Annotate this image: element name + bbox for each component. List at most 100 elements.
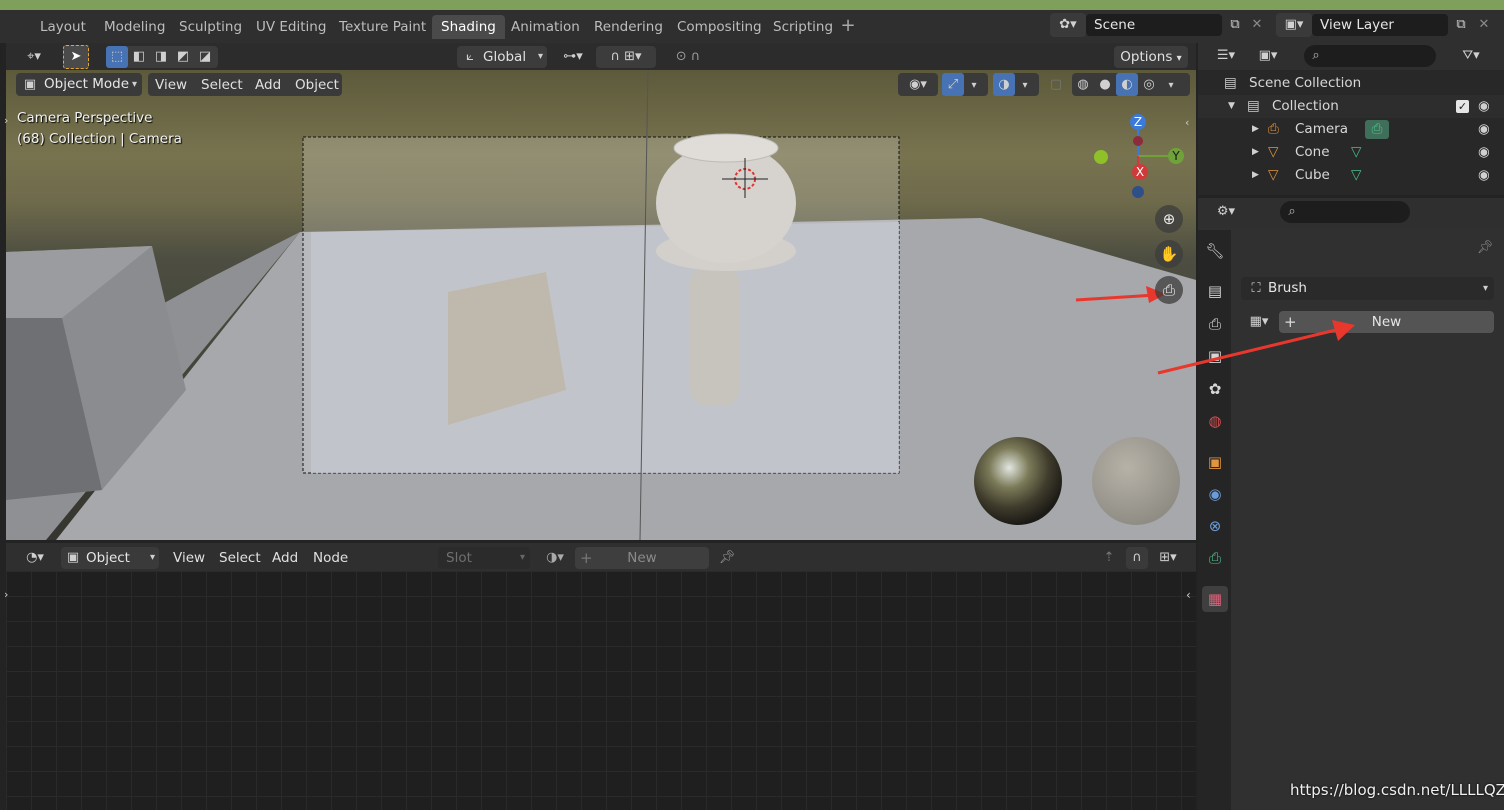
properties-pin-icon[interactable]: 📌︎ — [1474, 237, 1496, 259]
tab-compositing[interactable]: Compositing — [668, 15, 771, 39]
properties-editor-type-icon[interactable]: ⚙▾ — [1208, 201, 1244, 223]
tool-tab-icon[interactable]: 🔧︎ — [1202, 238, 1228, 264]
view-layer-name-field[interactable]: View Layer — [1312, 14, 1448, 36]
expand-triangle-icon[interactable]: ▶ — [1252, 164, 1259, 187]
node-menu-node[interactable]: Node — [308, 547, 353, 569]
tab-uv-editing[interactable]: UV Editing — [247, 15, 335, 39]
transform-orientation-dropdown[interactable]: ⟀ Global ▾ — [457, 46, 547, 68]
eye-icon[interactable]: ◉ — [1478, 141, 1490, 164]
object-mode-dropdown[interactable]: ▣ Object Mode ▾ — [16, 73, 142, 96]
node-menu-add[interactable]: Add — [267, 547, 303, 569]
select-intersect-icon[interactable]: ◪ — [194, 46, 216, 68]
close-scene-icon[interactable]: ✕ — [1247, 14, 1267, 36]
texture-tab-icon[interactable]: ▦ — [1202, 586, 1228, 612]
expand-triangle-icon[interactable]: ▼ — [1228, 95, 1235, 118]
overlays-toggle[interactable]: ◑ ▾ — [993, 73, 1039, 96]
eye-icon[interactable]: ◉ — [1478, 164, 1490, 187]
eye-icon[interactable]: ◉ — [1478, 118, 1490, 141]
object-tab-icon[interactable]: ▣ — [1202, 449, 1228, 475]
menu-view[interactable]: View — [150, 74, 192, 96]
world-tab-icon[interactable]: ◍ — [1202, 408, 1228, 434]
tab-rendering[interactable]: Rendering — [585, 15, 672, 39]
snap-toggle[interactable]: ∩ ⊞▾ — [596, 46, 656, 68]
shading-mode-group[interactable]: ◍ ● ◐ ◎ ▾ — [1072, 73, 1190, 96]
gizmo-toggle[interactable]: ⤢ ▾ — [942, 73, 988, 96]
select-subtract-icon[interactable]: ◨ — [150, 46, 172, 68]
physics-tab-icon[interactable]: ◉ — [1202, 481, 1228, 507]
3d-viewport[interactable] — [6, 70, 1196, 540]
navigation-gizmo[interactable]: Z Y X — [1090, 110, 1190, 210]
tab-shading[interactable]: Shading — [432, 15, 505, 39]
node-new-material-button[interactable]: + New — [575, 547, 709, 569]
scene-name-field[interactable]: Scene — [1086, 14, 1222, 36]
outliner-row-scene-collection[interactable]: ▤ Scene Collection — [1198, 72, 1504, 95]
filter-icon[interactable]: ⛛▾ — [1452, 45, 1490, 67]
tab-scripting[interactable]: Scripting — [764, 15, 842, 39]
camera-data-icon[interactable]: ⎙ — [1365, 120, 1389, 139]
outliner-row-cube[interactable]: ▶ ▽ Cube ▽ ◉ — [1198, 164, 1504, 187]
outliner-search-input[interactable]: ⌕ — [1304, 45, 1436, 67]
node-editor-canvas[interactable] — [6, 571, 1196, 810]
outliner-row-collection[interactable]: ▼ ▤ Collection ✓ ◉ — [1198, 95, 1504, 118]
constraints-tab-icon[interactable]: ⊗ — [1202, 513, 1228, 539]
display-mode-icon[interactable]: ▣▾ — [1250, 45, 1286, 67]
editor-type-icon[interactable]: ⌖▾ — [17, 46, 51, 68]
exclude-checkbox[interactable]: ✓ — [1456, 100, 1469, 113]
copy-scene-icon[interactable]: ⧉ — [1224, 14, 1246, 36]
material-preview-icon[interactable]: ◐ — [1116, 73, 1138, 96]
node-editor-type-icon[interactable]: ◔▾ — [18, 547, 52, 569]
rendered-shading-icon[interactable]: ◎ — [1138, 73, 1160, 96]
select-new-icon[interactable]: ⬚ — [106, 46, 128, 68]
material-browse-icon[interactable]: ◑▾ — [538, 547, 572, 569]
tab-animation[interactable]: Animation — [502, 15, 589, 39]
copy-view-layer-icon[interactable]: ⧉ — [1450, 14, 1472, 36]
parent-node-tree-icon[interactable]: ⇡ — [1098, 547, 1120, 569]
view-layer-browse-button[interactable]: ▣▾ — [1276, 13, 1312, 37]
wireframe-shading-icon[interactable]: ◍ — [1072, 73, 1094, 96]
mesh-data-icon[interactable]: ▽ — [1351, 164, 1361, 187]
expand-triangle-icon[interactable]: ▶ — [1252, 118, 1259, 141]
expand-triangle-icon[interactable]: ▶ — [1252, 141, 1259, 164]
menu-object[interactable]: Object — [290, 74, 344, 96]
pin-icon[interactable]: 📌︎ — [716, 547, 738, 569]
slot-dropdown[interactable]: Slot ▾ — [438, 547, 530, 569]
node-toolbar-expand-icon[interactable]: › — [4, 588, 8, 601]
node-menu-view[interactable]: View — [168, 547, 210, 569]
select-tool-icon[interactable]: ➤ — [63, 45, 89, 69]
menu-add[interactable]: Add — [250, 74, 286, 96]
gizmo-neg-y-axis[interactable] — [1094, 150, 1108, 164]
pan-hand-icon[interactable]: ✋ — [1155, 240, 1183, 268]
visibility-dropdown[interactable]: ◉▾ — [898, 73, 938, 96]
select-invert-icon[interactable]: ◩ — [172, 46, 194, 68]
gizmo-neg-x-axis[interactable] — [1133, 136, 1143, 146]
tab-layout[interactable]: Layout — [31, 15, 95, 39]
scene-browse-button[interactable]: ✿▾ — [1050, 13, 1086, 37]
render-tab-icon[interactable]: ▤ — [1202, 278, 1228, 304]
node-menu-select[interactable]: Select — [214, 547, 266, 569]
node-snap-icon[interactable]: ∩ — [1126, 547, 1148, 569]
select-extend-icon[interactable]: ◧ — [128, 46, 150, 68]
tab-modeling[interactable]: Modeling — [95, 15, 174, 39]
tab-texture-paint[interactable]: Texture Paint — [330, 15, 435, 39]
shader-type-dropdown[interactable]: ▣ Object ▾ — [61, 547, 159, 569]
properties-search-input[interactable]: ⌕ — [1280, 201, 1410, 223]
close-view-layer-icon[interactable]: ✕ — [1474, 14, 1494, 36]
outliner-editor-type-icon[interactable]: ☰▾ — [1208, 45, 1244, 67]
menu-select[interactable]: Select — [196, 74, 248, 96]
mesh-data-icon[interactable]: ▽ — [1351, 141, 1361, 164]
camera-view-icon[interactable]: ⎙ — [1155, 276, 1183, 304]
node-snap-mode-icon[interactable]: ⊞▾ — [1150, 547, 1186, 569]
gizmo-neg-z-axis[interactable] — [1132, 186, 1144, 198]
proportional-edit-icon[interactable]: ⊙ ∩ — [662, 46, 714, 68]
add-workspace-button[interactable]: + — [837, 15, 859, 39]
outliner-row-camera[interactable]: ▶ ⎙ Camera ⎙ ◉ — [1198, 118, 1504, 141]
zoom-icon[interactable]: ⊕ — [1155, 205, 1183, 233]
camera-data-tab-icon[interactable]: ⎙ — [1202, 545, 1228, 571]
xray-icon[interactable]: ▢ — [1046, 73, 1066, 96]
tab-sculpting[interactable]: Sculpting — [170, 15, 251, 39]
solid-shading-icon[interactable]: ● — [1094, 73, 1116, 96]
node-sidebar-expand-icon[interactable]: ‹ — [1186, 588, 1191, 602]
selection-mode-group[interactable]: ⬚ ◧ ◨ ◩ ◪ — [106, 46, 218, 68]
toolbar-expand-icon[interactable]: › — [4, 114, 8, 127]
texture-context-dropdown[interactable]: ⛶ Brush ▾ — [1241, 277, 1494, 300]
